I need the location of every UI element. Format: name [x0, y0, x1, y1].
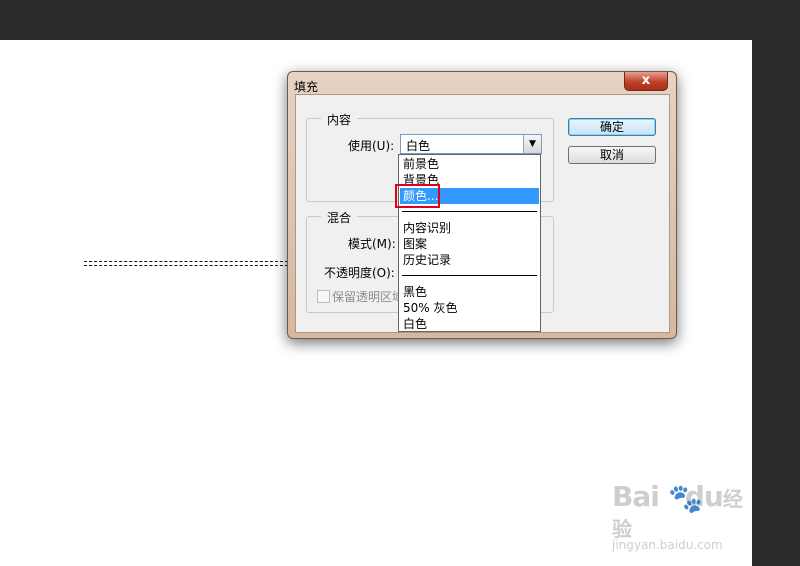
annotation-highlight-box [395, 184, 440, 208]
blend-group-label: 混合 [321, 209, 358, 226]
dropdown-separator [402, 211, 537, 212]
ok-button[interactable]: 确定 [568, 118, 656, 136]
preserve-transparency-label: 保留透明区域 [332, 290, 405, 304]
preserve-transparency-checkbox[interactable] [317, 290, 330, 303]
close-button[interactable]: x [624, 72, 668, 91]
use-dropdown-list: 前景色 背景色 颜色... 内容识别 图案 历史记录 黑色 50% 灰色 白色 [398, 154, 541, 332]
dropdown-item-gray[interactable]: 50% 灰色 [400, 300, 539, 316]
mode-label: 模式(M): [348, 237, 396, 251]
dropdown-separator [402, 275, 537, 276]
dialog-title: 填充 [294, 80, 319, 94]
dropdown-item-pattern[interactable]: 图案 [400, 236, 539, 252]
content-group-label: 内容 [321, 111, 358, 128]
dropdown-item-content-aware[interactable]: 内容识别 [400, 220, 539, 236]
baidu-watermark: Bai 🐾 du经验 jingyan.baidu.com [612, 480, 752, 552]
cancel-button[interactable]: 取消 [568, 146, 656, 164]
selection-marquee-top [84, 261, 288, 262]
watermark-url: jingyan.baidu.com [612, 538, 723, 552]
use-select[interactable]: 白色 ▼ [400, 134, 542, 154]
opacity-label: 不透明度(O): [324, 266, 395, 280]
dropdown-item-white[interactable]: 白色 [400, 316, 539, 332]
dropdown-item-foreground[interactable]: 前景色 [400, 156, 539, 172]
dropdown-item-history[interactable]: 历史记录 [400, 252, 539, 268]
paw-icon: 🐾 [668, 482, 703, 515]
selection-marquee-bottom [84, 265, 288, 266]
watermark-logo: Bai [612, 480, 660, 513]
use-label: 使用(U): [348, 139, 395, 153]
chevron-down-icon[interactable]: ▼ [523, 135, 541, 153]
use-select-value: 白色 [406, 139, 431, 153]
dropdown-item-black[interactable]: 黑色 [400, 284, 539, 300]
